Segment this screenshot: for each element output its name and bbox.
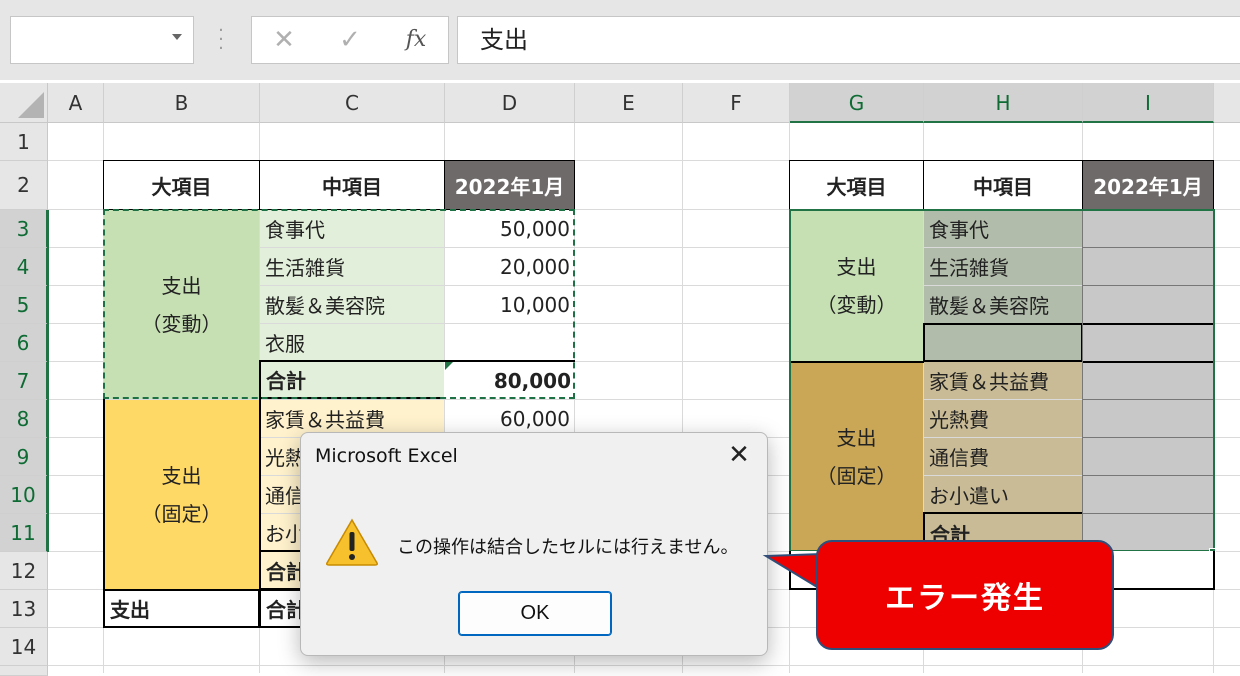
right-header-middle[interactable]: 中項目 xyxy=(923,160,1083,210)
border-line xyxy=(259,399,261,590)
group-label: 支出 xyxy=(161,463,202,488)
copy-selection-marquee xyxy=(103,209,575,399)
dialog-title: Microsoft Excel xyxy=(315,445,458,467)
error-callout: エラー発生 xyxy=(816,540,1114,650)
row-header-15[interactable] xyxy=(0,666,48,676)
ok-button[interactable]: OK xyxy=(458,591,612,636)
row-header-1[interactable]: 1 xyxy=(0,123,48,161)
left-header-major[interactable]: 大項目 xyxy=(103,160,260,210)
column-header-c[interactable]: C xyxy=(260,83,445,123)
enter-icon[interactable]: ✓ xyxy=(332,24,368,56)
drag-handle-icon[interactable]: · · · xyxy=(216,22,226,58)
row-header-3[interactable]: 3 xyxy=(0,210,48,248)
row-header-14[interactable]: 14 xyxy=(0,628,48,666)
row-header-10[interactable]: 10 xyxy=(0,476,48,514)
warning-icon xyxy=(326,518,378,566)
select-all-icon xyxy=(18,92,44,118)
column-header-next[interactable] xyxy=(1214,83,1240,123)
name-box[interactable] xyxy=(10,16,194,64)
row-header-11[interactable]: 11 xyxy=(0,514,48,552)
left-footer-label[interactable]: 支出 xyxy=(103,589,260,628)
left-header-month[interactable]: 2022年1月 xyxy=(444,160,575,210)
formula-input[interactable]: 支出 xyxy=(457,16,1240,64)
column-header-i[interactable]: I xyxy=(1083,83,1214,123)
row-header-8[interactable]: 8 xyxy=(0,400,48,438)
row-header-12[interactable]: 12 xyxy=(0,552,48,590)
column-header-b[interactable]: B xyxy=(104,83,260,123)
name-box-dropdown-icon[interactable] xyxy=(172,34,182,40)
left-header-middle[interactable]: 中項目 xyxy=(259,160,445,210)
column-header-f[interactable]: F xyxy=(683,83,790,123)
row-header-4[interactable]: 4 xyxy=(0,248,48,286)
left-group-fixed[interactable]: 支出 （固定） xyxy=(104,400,259,589)
column-header-e[interactable]: E xyxy=(575,83,683,123)
row-header-6[interactable]: 6 xyxy=(0,324,48,362)
close-icon[interactable]: ✕ xyxy=(723,439,755,471)
column-header-h[interactable]: H xyxy=(924,83,1083,123)
border-line xyxy=(103,399,105,590)
row-header-5[interactable]: 5 xyxy=(0,286,48,324)
row-header-7[interactable]: 7 xyxy=(0,362,48,400)
error-dialog: Microsoft Excel ✕ この操作は結合したセルには行えません。 OK xyxy=(300,432,768,656)
callout-text: エラー発生 xyxy=(885,581,1045,616)
group-sublabel: （固定） xyxy=(141,501,222,526)
gridline xyxy=(48,665,1240,666)
column-header-a[interactable]: A xyxy=(48,83,104,123)
cancel-icon[interactable]: ✕ xyxy=(266,24,302,56)
row-header-13[interactable]: 13 xyxy=(0,590,48,628)
row-header-2[interactable]: 2 xyxy=(0,161,48,210)
selection-range xyxy=(789,209,1215,552)
dialog-message: この操作は結合したセルには行えません。 xyxy=(397,537,739,558)
right-header-month[interactable]: 2022年1月 xyxy=(1082,160,1214,210)
insert-function-icon[interactable]: fx xyxy=(398,24,434,56)
column-header-g[interactable]: G xyxy=(790,83,924,123)
column-header-d[interactable]: D xyxy=(445,83,575,123)
row-selection-bar xyxy=(47,210,49,552)
right-header-major[interactable]: 大項目 xyxy=(789,160,924,210)
callout-joint xyxy=(817,557,823,599)
row-header-9[interactable]: 9 xyxy=(0,438,48,476)
